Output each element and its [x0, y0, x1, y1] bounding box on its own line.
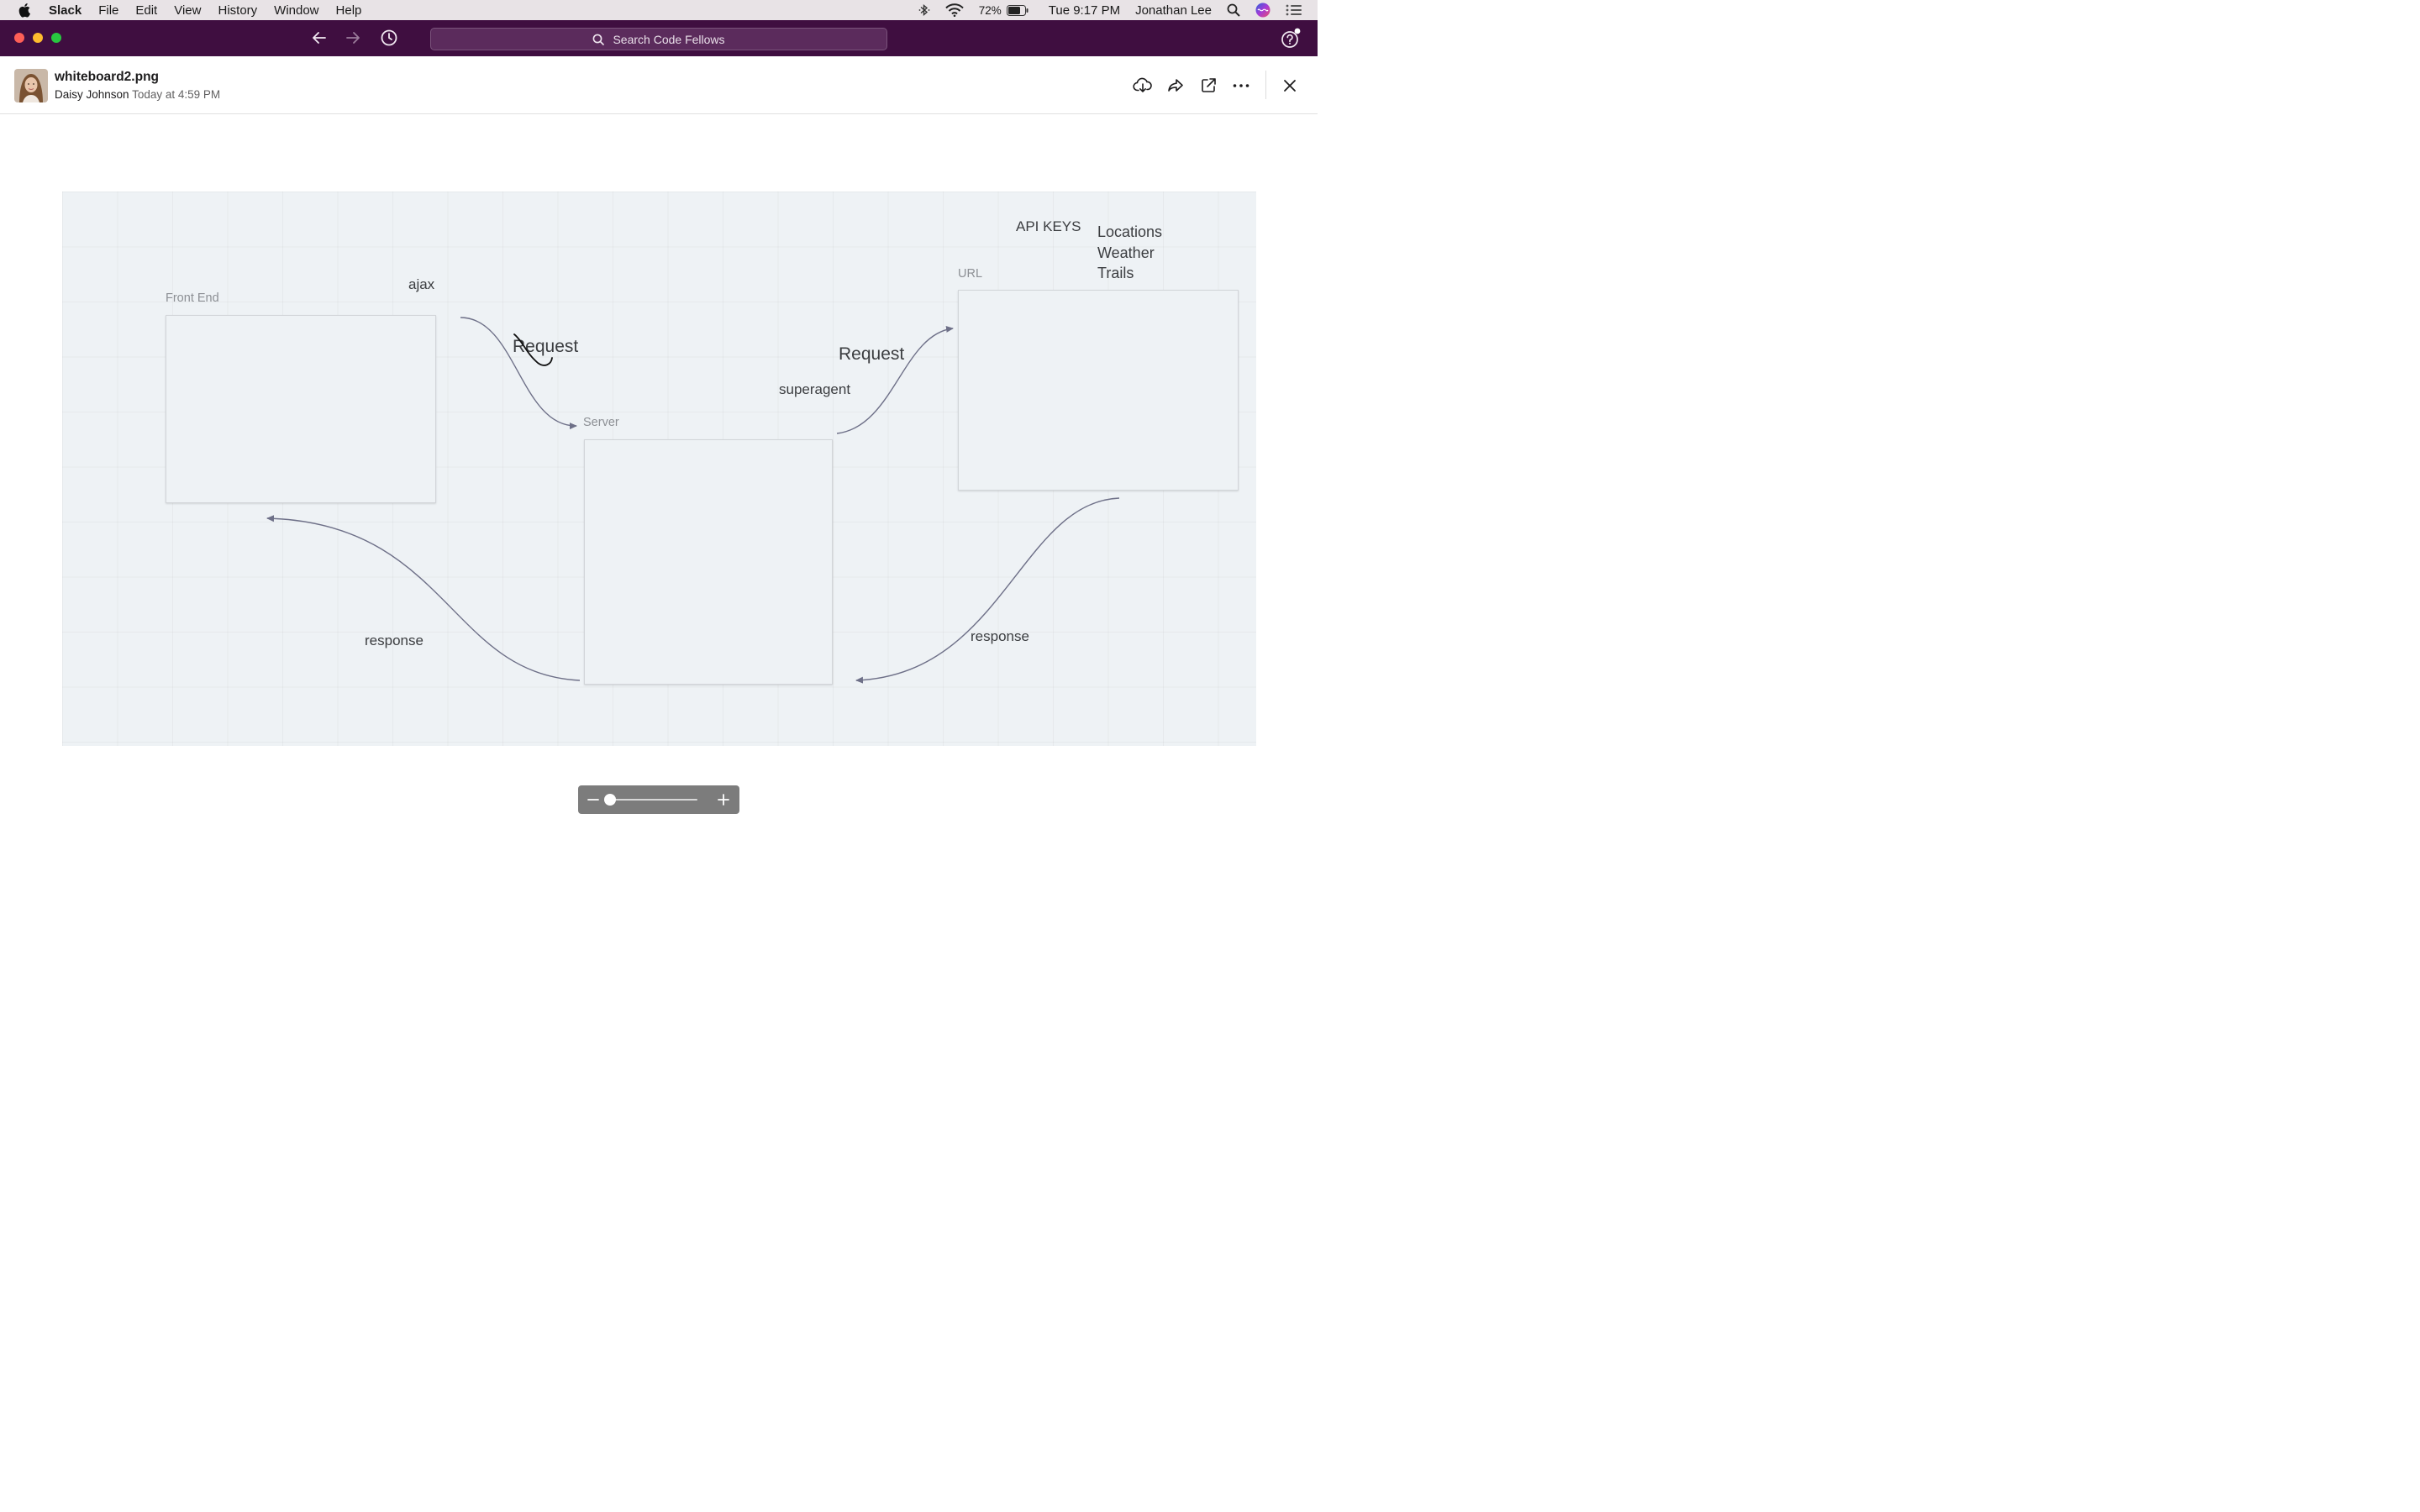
zoom-control: [578, 785, 739, 814]
close-icon[interactable]: [1280, 76, 1300, 96]
whiteboard-image[interactable]: Front End Server URL ajax Request Reques…: [62, 192, 1256, 746]
file-preview-header: whiteboard2.png Daisy Johnson Today at 4…: [0, 56, 1318, 114]
file-author[interactable]: Daisy Johnson: [55, 88, 129, 101]
server-response-arrow: [266, 515, 581, 681]
menu-app-name[interactable]: Slack: [49, 3, 82, 18]
back-arrow-icon[interactable]: [309, 28, 329, 48]
slack-title-bar: Search Code Fellows: [0, 20, 1318, 56]
menu-help[interactable]: Help: [336, 3, 362, 18]
zoom-out-icon[interactable]: [585, 791, 602, 808]
header-divider: [1265, 71, 1266, 99]
menu-clock[interactable]: Tue 9:17 PM: [1049, 3, 1120, 18]
file-meta: Daisy Johnson Today at 4:59 PM: [55, 88, 220, 101]
zoom-slider-thumb[interactable]: [604, 794, 616, 806]
siri-icon[interactable]: [1255, 3, 1270, 18]
macos-menu-bar: Slack File Edit View History Window Help…: [0, 0, 1318, 20]
bluetooth-icon[interactable]: [918, 3, 930, 17]
download-cloud-icon[interactable]: [1133, 76, 1153, 96]
search-placeholder: Search Code Fellows: [613, 32, 725, 46]
forward-arrow-icon[interactable]: [343, 28, 363, 48]
avatar[interactable]: [14, 69, 48, 102]
menu-bar-status-area: 72% Tue 9:17 PM Jonathan Lee: [918, 0, 1318, 20]
battery-icon: [1006, 4, 1028, 16]
battery-percent: 72%: [978, 3, 1002, 17]
menu-view[interactable]: View: [174, 3, 201, 18]
window-zoom-button[interactable]: [51, 33, 61, 43]
control-center-icon[interactable]: [1286, 3, 1302, 17]
menu-window[interactable]: Window: [274, 3, 318, 18]
file-title[interactable]: whiteboard2.png: [55, 70, 159, 85]
battery-status[interactable]: 72%: [979, 4, 1028, 17]
search-bar[interactable]: Search Code Fellows: [430, 28, 887, 50]
pen-scribble: [513, 333, 553, 366]
menu-edit[interactable]: Edit: [135, 3, 157, 18]
more-icon[interactable]: [1231, 76, 1251, 96]
history-clock-icon[interactable]: [379, 28, 399, 48]
ajax-request-arrow: [460, 317, 577, 430]
url-response-arrow: [855, 497, 1120, 684]
window-close-button[interactable]: [14, 33, 24, 43]
window-minimize-button[interactable]: [33, 33, 43, 43]
superagent-request-arrow: [836, 325, 954, 434]
help-icon[interactable]: [1280, 28, 1302, 50]
file-timestamp[interactable]: Today at 4:59 PM: [132, 88, 220, 101]
spotlight-search-icon[interactable]: [1227, 3, 1240, 17]
apple-logo-icon[interactable]: [18, 3, 32, 18]
notification-dot: [1294, 28, 1301, 34]
wifi-icon[interactable]: [945, 3, 964, 17]
zoom-slider[interactable]: [604, 794, 697, 806]
open-external-icon[interactable]: [1198, 76, 1218, 96]
zoom-in-icon[interactable]: [715, 791, 732, 808]
menu-history[interactable]: History: [218, 3, 257, 18]
menu-user-name[interactable]: Jonathan Lee: [1135, 3, 1212, 18]
share-icon[interactable]: [1165, 76, 1186, 96]
flow-arrows: [266, 317, 1120, 684]
menu-file[interactable]: File: [98, 3, 118, 18]
search-icon: [593, 34, 605, 45]
